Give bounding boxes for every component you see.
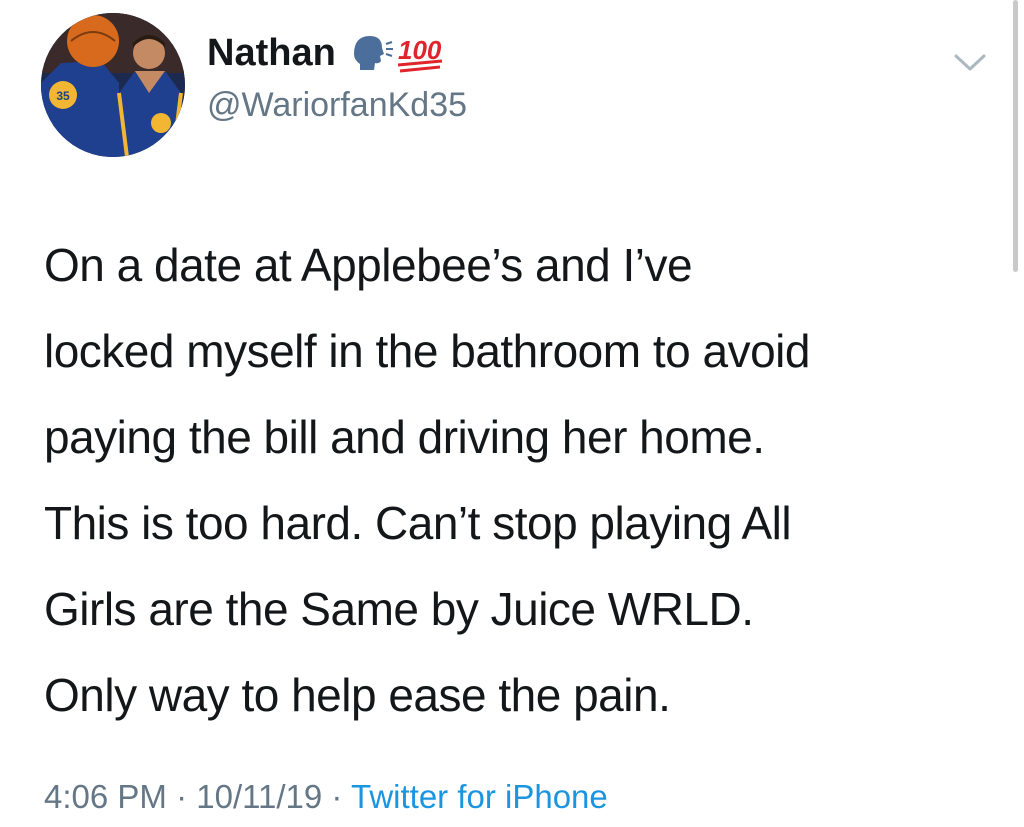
avatar[interactable]: 35	[41, 13, 185, 157]
speaking-head-icon	[353, 36, 393, 70]
tweet-date: 10/11/19	[196, 778, 323, 815]
scrollbar[interactable]	[1013, 0, 1018, 272]
tweet-card: 35 Nathan 100 @WariorfanKd35 On a date a…	[0, 0, 1024, 827]
svg-text:35: 35	[56, 89, 70, 103]
tweet-text-line: Girls are the Same by Juice WRLD.	[44, 583, 754, 635]
avatar-image: 35	[41, 13, 185, 157]
tweet-meta: 4:06 PM · 10/11/19 · Twitter for iPhone	[44, 775, 608, 819]
tweet-time: 4:06 PM	[44, 778, 167, 815]
meta-separator: ·	[322, 778, 351, 815]
tweet-text-line: paying the bill and driving her home.	[44, 411, 765, 463]
meta-separator: ·	[166, 778, 197, 815]
chevron-down-icon[interactable]	[950, 50, 990, 74]
tweet-text-line: On a date at Applebee’s and I’ve	[44, 239, 693, 291]
tweet-text: On a date at Applebee’s and I’ve locked …	[44, 222, 1004, 738]
display-name[interactable]: Nathan	[207, 30, 336, 76]
tweet-text-line: This is too hard. Can’t stop playing All	[44, 497, 792, 549]
user-handle[interactable]: @WariorfanKd35	[207, 84, 467, 126]
name-emojis: 100	[348, 31, 446, 75]
name-row: Nathan 100	[207, 30, 446, 76]
tweet-text-line: locked myself in the bathroom to avoid	[44, 325, 810, 377]
tweet-source-link[interactable]: Twitter for iPhone	[351, 778, 608, 815]
tweet-text-line: Only way to help ease the pain.	[44, 669, 671, 721]
hundred-points-icon: 100	[397, 35, 442, 73]
